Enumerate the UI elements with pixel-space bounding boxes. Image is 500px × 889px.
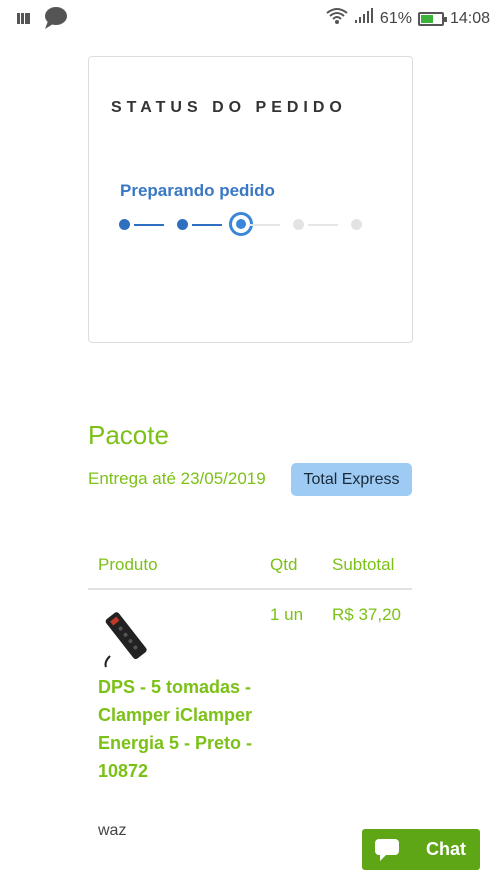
step-connector-2 bbox=[192, 224, 222, 226]
chat-button[interactable]: Chat bbox=[362, 829, 480, 870]
chat-icon bbox=[362, 829, 412, 870]
row-subtotal: R$ 37,20 bbox=[332, 605, 401, 624]
carrier-badge: Total Express bbox=[291, 463, 412, 496]
delivery-date: Entrega até 23/05/2019 bbox=[88, 469, 266, 488]
clock: 14:08 bbox=[449, 9, 490, 27]
battery-percent: 61% bbox=[379, 9, 412, 27]
step-connector-1 bbox=[134, 224, 164, 226]
package-title: Pacote bbox=[88, 420, 169, 450]
signal-icon bbox=[354, 8, 374, 29]
order-status-card: STATUS DO PEDIDO Preparando pedido bbox=[88, 56, 413, 343]
product-image[interactable] bbox=[98, 606, 158, 668]
status-bar: 61% 14:08 bbox=[0, 0, 500, 36]
header-subtotal: Subtotal bbox=[332, 555, 395, 574]
order-status-title: STATUS DO PEDIDO bbox=[111, 99, 347, 116]
table-header: Produto Qtd Subtotal bbox=[88, 540, 412, 590]
header-product: Produto bbox=[98, 555, 158, 574]
step-connector-3 bbox=[250, 224, 280, 226]
battery-icon bbox=[417, 11, 447, 26]
chat-bubble-icon bbox=[42, 6, 68, 35]
notes-icon bbox=[16, 10, 32, 31]
status-bar-right: 61% 14:08 bbox=[326, 7, 490, 30]
product-name-link[interactable]: DPS - 5 tomadas - Clamper iClamper Energ… bbox=[98, 673, 258, 785]
status-bar-left bbox=[16, 6, 68, 35]
chat-label: Chat bbox=[426, 839, 466, 859]
order-progress-stepper bbox=[119, 212, 389, 238]
step-4 bbox=[293, 219, 304, 230]
battery-level-fill bbox=[420, 14, 433, 23]
step-1 bbox=[119, 219, 130, 230]
step-2 bbox=[177, 219, 188, 230]
step-5 bbox=[351, 219, 362, 230]
header-qty: Qtd bbox=[270, 555, 298, 574]
step-connector-4 bbox=[308, 224, 338, 226]
row-qty: 1 un bbox=[270, 605, 304, 624]
current-step-label: Preparando pedido bbox=[120, 181, 275, 200]
wifi-icon bbox=[326, 7, 348, 30]
product-note: waz bbox=[98, 822, 127, 839]
